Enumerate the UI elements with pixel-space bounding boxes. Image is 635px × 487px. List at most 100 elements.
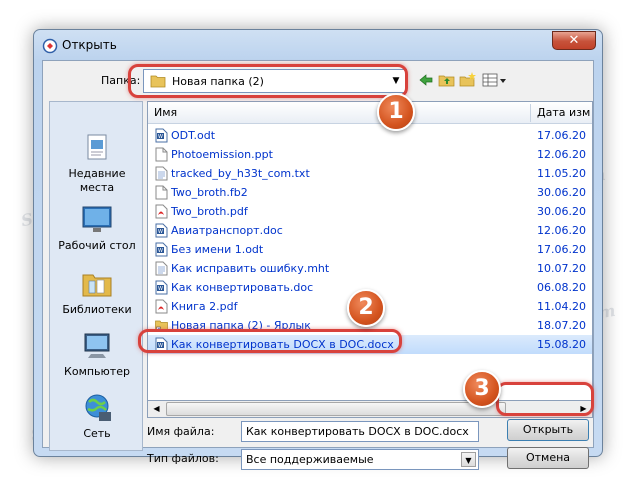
file-row[interactable]: Как исправить ошибку.mht 10.07.20 <box>148 259 592 278</box>
scroll-left-icon[interactable]: ◀ <box>148 401 165 417</box>
back-arrow-icon[interactable] <box>417 71 435 89</box>
title-bar[interactable]: Открыть ✕ <box>34 30 602 60</box>
computer-icon <box>84 333 110 358</box>
file-date: 30.06.20 <box>537 205 586 218</box>
file-list[interactable]: Имя Дата изм W ODT.odt 17.06.20 Photoemi… <box>147 101 593 401</box>
column-header-name[interactable]: Имя <box>154 106 177 119</box>
scroll-thumb[interactable] <box>166 402 506 416</box>
horizontal-scrollbar[interactable]: ◀ ▶ <box>147 401 593 418</box>
chevron-down-icon[interactable]: ▼ <box>390 75 402 87</box>
file-name: Без имени 1.odt <box>171 243 264 256</box>
lookin-combo[interactable]: Новая папка (2) ▼ <box>143 69 407 93</box>
file-name: tracked_by_h33t_com.txt <box>171 167 310 180</box>
word-doc-icon: W <box>155 337 168 352</box>
step-badge-3: 3 <box>463 370 501 408</box>
app-icon <box>42 38 58 54</box>
filetype-select[interactable]: Все поддерживаемые ▼ <box>241 449 479 470</box>
folder-icon <box>150 75 166 88</box>
place-recent[interactable]: Недавние места <box>50 132 144 195</box>
file-date: 12.06.20 <box>537 148 586 161</box>
recent-places-icon <box>87 134 107 160</box>
network-icon <box>85 394 111 421</box>
place-label: Компьютер <box>64 365 130 378</box>
file-date: 18.07.20 <box>537 319 586 332</box>
column-header-date[interactable]: Дата изм <box>537 106 590 119</box>
list-header: Имя Дата изм <box>148 102 592 124</box>
word-doc-icon: W <box>155 128 168 143</box>
file-date: 10.07.20 <box>537 262 586 275</box>
file-name: Книга 2.pdf <box>171 300 238 313</box>
svg-text:W: W <box>158 229 163 235</box>
window-title: Открыть <box>62 38 117 52</box>
file-row[interactable]: Photoemission.ppt 12.06.20 <box>148 145 592 164</box>
generic-file-icon <box>155 185 168 200</box>
word-doc-icon: W <box>155 242 168 257</box>
place-label: Сеть <box>83 427 111 440</box>
stage: Soringpcrepair.com Soringpcrepair.com So… <box>0 0 635 487</box>
file-date: 30.06.20 <box>537 186 586 199</box>
view-menu-icon[interactable] <box>481 71 507 89</box>
chevron-down-icon[interactable]: ▼ <box>461 452 476 467</box>
lookin-label: Папка: <box>101 74 141 87</box>
column-separator[interactable] <box>530 104 531 122</box>
file-name: Two_broth.fb2 <box>171 186 248 199</box>
place-desktop[interactable]: Рабочий стол <box>50 204 144 253</box>
file-name: Two_broth.pdf <box>171 205 248 218</box>
file-name: Новая папка (2) - Ярлык <box>171 319 311 332</box>
step-badge-1: 1 <box>377 93 415 131</box>
close-button[interactable]: ✕ <box>552 31 596 50</box>
svg-text:W: W <box>158 248 163 254</box>
up-folder-icon[interactable] <box>438 71 456 89</box>
place-network[interactable]: Сеть <box>50 392 144 441</box>
file-name: Photoemission.ppt <box>171 148 273 161</box>
cancel-button[interactable]: Отмена <box>507 447 589 469</box>
file-row[interactable]: tracked_by_h33t_com.txt 11.05.20 <box>148 164 592 183</box>
file-name: Как исправить ошибку.mht <box>171 262 330 275</box>
svg-text:W: W <box>158 286 163 292</box>
pdf-file-icon <box>155 204 168 219</box>
file-name: Как конвертировать DOCX в DOC.docx <box>171 338 394 351</box>
step-badge-2: 2 <box>347 289 385 327</box>
generic-file-icon <box>155 147 168 162</box>
places-bar: Недавние места Рабочий стол Библиотеки К… <box>49 101 143 451</box>
place-label: Библиотеки <box>62 303 132 316</box>
text-file-icon <box>155 166 168 181</box>
file-name: ODT.odt <box>171 129 216 142</box>
file-date: 06.08.20 <box>537 281 586 294</box>
text-file-icon <box>155 261 168 276</box>
word-doc-icon: W <box>155 223 168 238</box>
file-date: 17.06.20 <box>537 129 586 142</box>
filename-label: Имя файла: <box>147 425 215 438</box>
place-libraries[interactable]: Библиотеки <box>50 268 144 317</box>
file-row[interactable]: W Авиатранспорт.doc 12.06.20 <box>148 221 592 240</box>
file-row[interactable]: Two_broth.fb2 30.06.20 <box>148 183 592 202</box>
place-computer[interactable]: Компьютер <box>50 330 144 379</box>
lookin-value: Новая папка (2) <box>172 75 264 88</box>
filetype-label: Тип файлов: <box>147 452 219 465</box>
word-doc-icon: W <box>155 280 168 295</box>
file-name: Авиатранспорт.doc <box>171 224 283 237</box>
folder-shortcut-icon <box>155 320 168 332</box>
file-row-selected[interactable]: W Как конвертировать DOCX в DOC.docx 15.… <box>148 335 592 354</box>
dialog-body: Папка: Новая папка (2) ▼ Недавние места … <box>42 60 594 470</box>
open-button[interactable]: Открыть <box>507 419 589 441</box>
new-folder-icon[interactable] <box>459 71 477 89</box>
libraries-icon <box>82 274 112 297</box>
file-date: 12.06.20 <box>537 224 586 237</box>
desktop-icon <box>82 206 112 232</box>
file-date: 15.08.20 <box>537 338 586 351</box>
file-date: 11.05.20 <box>537 167 586 180</box>
scroll-right-icon[interactable]: ▶ <box>575 401 592 417</box>
file-row[interactable]: Two_broth.pdf 30.06.20 <box>148 202 592 221</box>
file-date: 17.06.20 <box>537 243 586 256</box>
open-dialog: Открыть ✕ Папка: Новая папка (2) ▼ Недав… <box>33 29 603 470</box>
place-label: Рабочий стол <box>58 239 136 252</box>
file-row[interactable]: W Без имени 1.odt 17.06.20 <box>148 240 592 259</box>
place-label: Недавние места <box>68 167 126 194</box>
pdf-file-icon <box>155 299 168 314</box>
file-name: Как конвертировать.doc <box>171 281 314 294</box>
filename-input[interactable] <box>241 421 479 442</box>
file-date: 11.04.20 <box>537 300 586 313</box>
svg-text:W: W <box>158 134 163 140</box>
file-row[interactable]: W ODT.odt 17.06.20 <box>148 126 592 145</box>
